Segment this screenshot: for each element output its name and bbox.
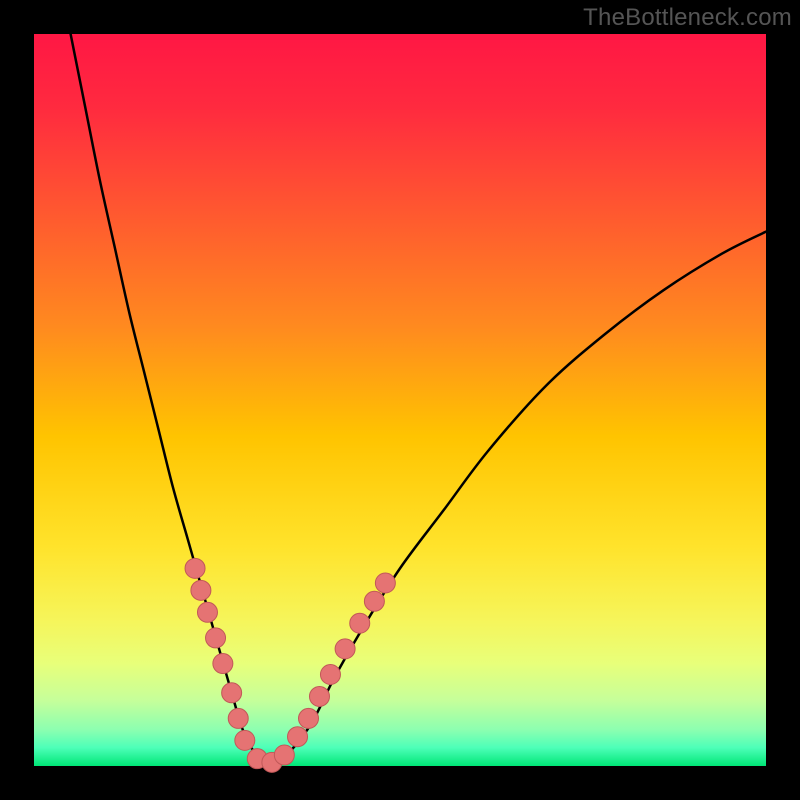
data-point bbox=[185, 558, 205, 578]
data-point bbox=[335, 639, 355, 659]
plot-area bbox=[34, 34, 766, 766]
data-point bbox=[364, 591, 384, 611]
data-points-group bbox=[185, 558, 395, 772]
data-point bbox=[213, 654, 233, 674]
data-point bbox=[197, 602, 217, 622]
watermark-text: TheBottleneck.com bbox=[583, 4, 792, 32]
data-point bbox=[191, 580, 211, 600]
data-point bbox=[274, 745, 294, 765]
data-point bbox=[375, 573, 395, 593]
data-point bbox=[206, 628, 226, 648]
data-point bbox=[320, 665, 340, 685]
data-point bbox=[299, 708, 319, 728]
data-point bbox=[228, 708, 248, 728]
data-point bbox=[309, 686, 329, 706]
data-point bbox=[350, 613, 370, 633]
bottleneck-curve bbox=[71, 34, 766, 764]
chart-canvas: TheBottleneck.com bbox=[0, 0, 800, 800]
data-point bbox=[288, 727, 308, 747]
data-point bbox=[222, 683, 242, 703]
data-point bbox=[235, 730, 255, 750]
curve-layer bbox=[34, 34, 766, 766]
